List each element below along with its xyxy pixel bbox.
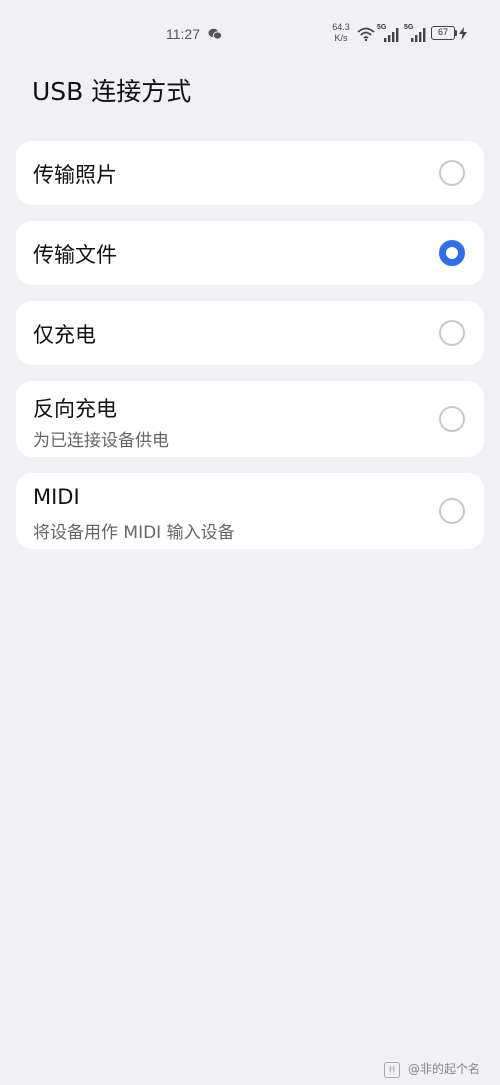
radio-button[interactable]: [439, 406, 465, 432]
radio-button[interactable]: [439, 498, 465, 524]
option-transfer-files[interactable]: 传输文件: [16, 221, 484, 285]
option-label: 传输文件: [33, 243, 117, 267]
signal-icon: [411, 28, 426, 42]
option-label: 仅充电: [33, 323, 96, 347]
watermark: H @非的起个名: [384, 1060, 480, 1078]
status-bar: 11:27 64.3 K/s 5G 5G 67: [0, 0, 500, 60]
status-time: 11:27: [166, 26, 200, 42]
network-speed: 64.3 K/s: [330, 22, 352, 44]
wechat-icon: [208, 28, 222, 40]
page-title: USB 连接方式: [32, 77, 192, 106]
radio-button[interactable]: [439, 320, 465, 346]
option-charge-only[interactable]: 仅充电: [16, 301, 484, 365]
battery-level: 67: [437, 27, 448, 37]
watermark-text: @非的起个名: [408, 1062, 481, 1076]
signal-sim1: 5G: [377, 24, 401, 42]
usb-mode-list: 传输照片 传输文件 仅充电 反向充电 为已连接设备供电 MIDI 将设备用作 M…: [16, 141, 484, 565]
radio-button-selected[interactable]: [439, 240, 465, 266]
option-description: 为已连接设备供电: [33, 431, 169, 451]
option-label: 传输照片: [33, 163, 117, 187]
signal-icon: [384, 28, 399, 42]
option-label: MIDI: [33, 485, 80, 509]
option-description: 将设备用作 MIDI 输入设备: [33, 523, 235, 543]
battery-icon: 67: [431, 26, 455, 40]
signal-sim2: 5G: [404, 24, 428, 42]
option-transfer-photos[interactable]: 传输照片: [16, 141, 484, 205]
option-label: 反向充电: [33, 397, 117, 421]
option-midi[interactable]: MIDI 将设备用作 MIDI 输入设备: [16, 473, 484, 549]
option-reverse-charge[interactable]: 反向充电 为已连接设备供电: [16, 381, 484, 457]
watermark-logo-icon: H: [384, 1061, 400, 1078]
charging-bolt-icon: [459, 27, 467, 40]
radio-button[interactable]: [439, 160, 465, 186]
wifi-icon: [357, 27, 375, 41]
battery-tip: [455, 30, 457, 36]
network-speed-unit: K/s: [334, 33, 348, 43]
network-speed-value: 64.3: [332, 22, 350, 32]
